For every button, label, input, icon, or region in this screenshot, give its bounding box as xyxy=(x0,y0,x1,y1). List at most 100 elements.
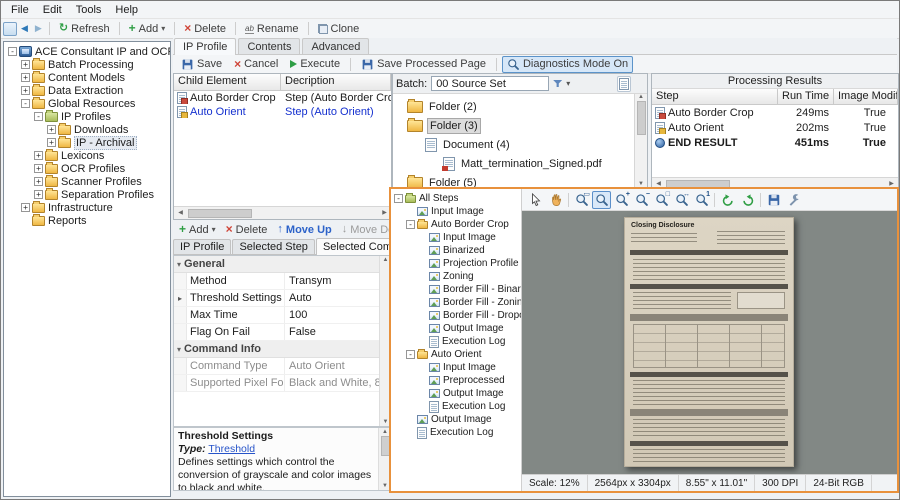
result-row-auto-orient[interactable]: Auto Orient 202ms True xyxy=(652,120,898,135)
expander[interactable]: - xyxy=(34,112,43,121)
zoom-fit-page-button[interactable]: □ xyxy=(652,191,671,209)
tree-item-ip-archival[interactable]: +IP - Archival xyxy=(6,136,170,149)
diag-item-border-fill-zoning[interactable]: Border Fill - Zoning xyxy=(393,296,521,309)
diag-item-border-fill-dropout-mask[interactable]: Border Fill - Dropout Mask xyxy=(393,309,521,322)
expander[interactable]: + xyxy=(21,86,30,95)
expander[interactable]: - xyxy=(8,47,17,56)
filter-dropdown-icon[interactable] xyxy=(566,78,570,89)
property-row-max-time[interactable]: Max Time100 xyxy=(174,307,391,324)
add-button[interactable]: Add xyxy=(124,20,171,37)
tree-item-infrastructure[interactable]: +Infrastructure xyxy=(6,201,170,214)
column-header-child-element[interactable]: Child Element xyxy=(174,74,281,90)
property-row-supported-pixel-formats[interactable]: Supported Pixel FormatsBlack and White, … xyxy=(174,375,391,392)
diag-item-output-image[interactable]: Output Image xyxy=(393,413,521,426)
back-icon[interactable] xyxy=(18,23,31,34)
save-processed-page-button[interactable]: Save Processed Page xyxy=(356,56,491,73)
column-header-image-modified[interactable]: Image Modified xyxy=(834,89,898,104)
tree-item-scanner-profiles[interactable]: +Scanner Profiles xyxy=(6,175,170,188)
property-value[interactable]: Transym xyxy=(285,273,391,289)
tree-item-reports[interactable]: Reports xyxy=(6,214,170,227)
tab-advanced[interactable]: Advanced xyxy=(302,38,369,54)
result-row-end-result[interactable]: END RESULT 451ms True xyxy=(652,135,898,150)
scroll-up-icon[interactable] xyxy=(383,257,389,263)
table-row-auto-border-crop[interactable]: Auto Border Crop Step (Auto Border Crop) xyxy=(174,91,391,105)
view-batch-button[interactable] xyxy=(617,76,631,92)
diag-item-projection-profile[interactable]: Projection Profile xyxy=(393,257,521,270)
execute-button[interactable]: Execute xyxy=(285,56,345,72)
diag-item-zoning[interactable]: Zoning xyxy=(393,270,521,283)
diag-item-ao-output-image[interactable]: Output Image xyxy=(393,387,521,400)
move-up-button[interactable]: Move Up xyxy=(273,224,335,236)
table-row-auto-orient[interactable]: Auto Orient Step (Auto Orient) xyxy=(174,105,391,119)
diag-item-abc-input-image[interactable]: Input Image xyxy=(393,231,521,244)
horizontal-scrollbar[interactable] xyxy=(174,206,391,219)
diag-item-preprocessed[interactable]: Preprocessed xyxy=(393,374,521,387)
diagnostics-mode-toggle[interactable]: Diagnostics Mode On xyxy=(502,56,633,73)
property-value[interactable]: False xyxy=(285,324,391,340)
column-header-run-time[interactable]: Run Time xyxy=(778,89,834,104)
expander[interactable]: - xyxy=(394,194,403,203)
window-nav-icon[interactable] xyxy=(3,22,17,36)
expander[interactable]: + xyxy=(47,125,56,134)
property-row-command-type[interactable]: Command TypeAuto Orient xyxy=(174,358,391,375)
tree-item-separation-profiles[interactable]: +Separation Profiles xyxy=(6,188,170,201)
zoom-out-button[interactable]: − xyxy=(632,191,651,209)
batch-pdf-page[interactable]: Matt_termination_Signed.pdf xyxy=(393,154,634,173)
diag-item-ao-input-image[interactable]: Input Image xyxy=(393,361,521,374)
diag-item-binarized[interactable]: Binarized xyxy=(393,244,521,257)
menu-tools[interactable]: Tools xyxy=(69,3,109,17)
diag-item-abc-output-image[interactable]: Output Image xyxy=(393,322,521,335)
tree-item-lexicons[interactable]: +Lexicons xyxy=(6,149,170,162)
scroll-thumb[interactable] xyxy=(637,101,646,135)
refresh-button[interactable]: Refresh xyxy=(54,21,115,37)
diag-item-all-steps[interactable]: -All Steps xyxy=(393,192,521,205)
expander[interactable]: + xyxy=(34,190,43,199)
zoom-fit-width-button[interactable]: ↔ xyxy=(672,191,691,209)
batch-select[interactable]: 00 Source Set xyxy=(431,76,549,91)
diag-item-execution-log[interactable]: Execution Log xyxy=(393,426,521,439)
property-value[interactable]: Auto xyxy=(285,290,391,306)
tab-contents[interactable]: Contents xyxy=(238,38,300,54)
rotate-right-button[interactable] xyxy=(738,191,757,209)
zoom-actual-size-button[interactable]: 1 xyxy=(692,191,711,209)
tree-item-ip-profiles[interactable]: -IP Profiles xyxy=(6,110,170,123)
property-value[interactable]: 100 xyxy=(285,307,391,323)
diag-item-auto-orient[interactable]: -Auto Orient xyxy=(393,348,521,361)
image-viewer-canvas[interactable]: Closing Disclosure xyxy=(522,211,897,474)
batch-folder-2[interactable]: Folder (2) xyxy=(393,97,634,116)
property-category-command-info[interactable]: Command Info xyxy=(174,341,391,358)
expander[interactable]: + xyxy=(34,177,43,186)
result-row-auto-border-crop[interactable]: Auto Border Crop 249ms True xyxy=(652,105,898,120)
tree-item-root[interactable]: -ACE Consultant IP and OCR xyxy=(6,45,170,58)
expander[interactable]: - xyxy=(21,99,30,108)
tree-item-downloads[interactable]: +Downloads xyxy=(6,123,170,136)
menu-file[interactable]: File xyxy=(4,3,36,17)
scroll-up-icon[interactable] xyxy=(382,429,388,435)
column-header-description[interactable]: Decription xyxy=(281,74,391,90)
expander[interactable]: + xyxy=(34,151,43,160)
cancel-button[interactable]: Cancel xyxy=(229,56,283,73)
save-button[interactable]: Save xyxy=(176,56,227,73)
diag-item-input-image[interactable]: Input Image xyxy=(393,205,521,218)
clone-button[interactable]: Clone xyxy=(313,21,365,37)
tree-item-content-models[interactable]: +Content Models xyxy=(6,71,170,84)
scroll-left-icon[interactable] xyxy=(174,210,187,216)
diag-item-ao-execution-log[interactable]: Execution Log xyxy=(393,400,521,413)
tree-item-batch-processing[interactable]: +Batch Processing xyxy=(6,58,170,71)
diag-item-abc-execution-log[interactable]: Execution Log xyxy=(393,335,521,348)
batch-folder-5[interactable]: Folder (5) xyxy=(393,173,634,187)
expander[interactable]: + xyxy=(21,203,30,212)
tree-item-data-extraction[interactable]: +Data Extraction xyxy=(6,84,170,97)
tab-selected-step[interactable]: Selected Step xyxy=(232,239,315,254)
zoom-region-button[interactable]: ▭ xyxy=(572,191,591,209)
document-preview-page[interactable]: Closing Disclosure xyxy=(624,217,794,467)
property-row-threshold-settings[interactable]: Threshold SettingsAuto xyxy=(174,290,391,307)
hand-tool-button[interactable] xyxy=(546,191,565,209)
viewer-settings-button[interactable] xyxy=(784,191,803,209)
scroll-up-icon[interactable] xyxy=(638,94,644,100)
batch-document-4[interactable]: Document (4) xyxy=(393,135,634,154)
tab-ip-profile-detail[interactable]: IP Profile xyxy=(173,239,231,254)
diag-item-border-fill-binarized[interactable]: Border Fill - Binarized xyxy=(393,283,521,296)
tab-ip-profile[interactable]: IP Profile xyxy=(174,38,236,55)
rotate-left-button[interactable] xyxy=(718,191,737,209)
